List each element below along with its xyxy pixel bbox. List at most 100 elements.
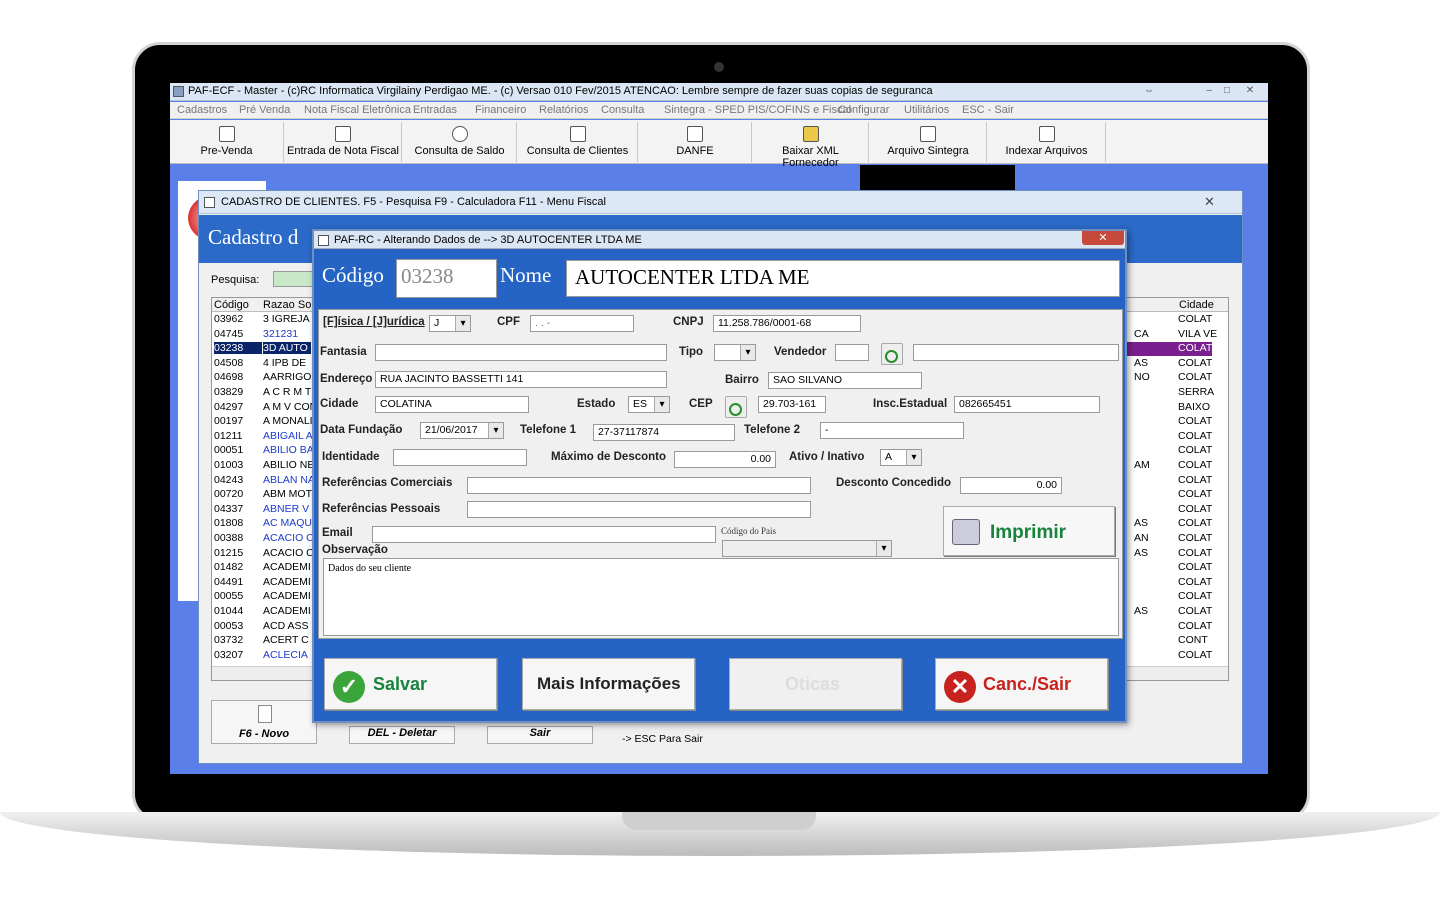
menu-sintegra[interactable]: Sintegra - SPED PIS/COFINS e Fiscal [664, 104, 851, 116]
toolbar-entrada-nota[interactable]: Entrada de Nota Fiscal [285, 122, 402, 162]
cell-cidade: COLAT [1178, 459, 1213, 471]
data-fundacao-picker[interactable]: 21/06/2017 [420, 422, 504, 439]
bairro-field[interactable]: SAO SILVANO [768, 372, 922, 389]
telefone2-label: Telefone 2 [744, 424, 801, 436]
menu-pre-venda[interactable]: Pré Venda [239, 104, 290, 116]
menu-consulta[interactable]: Consulta [601, 104, 644, 116]
vendedor-code-field[interactable] [835, 344, 869, 361]
identidade-field[interactable] [393, 449, 527, 466]
ref-comerciais-field[interactable] [467, 477, 811, 494]
cell-cidade: COLAT [1178, 429, 1213, 442]
dialog-close-button[interactable]: ✕ [1082, 231, 1124, 245]
cell-mid: NO [1134, 371, 1150, 384]
telefone1-label: Telefone 1 [520, 424, 577, 436]
desconto-field[interactable]: 0.00 [960, 477, 1062, 494]
toolbar-pre-venda[interactable]: Pre-Venda [170, 122, 284, 162]
search-icon [451, 126, 468, 142]
estado-label: Estado [577, 398, 616, 410]
cpf-field[interactable]: . . - [530, 315, 634, 332]
cell-razao: ACACIO C [263, 532, 314, 544]
close-button[interactable]: ✕ [1236, 83, 1264, 99]
cell-razao: ABLAN NA [263, 473, 315, 486]
cell-cidade: COLAT [1178, 619, 1213, 632]
mais-informacoes-button[interactable]: Mais Informações [522, 658, 695, 710]
email-field[interactable] [372, 526, 716, 543]
cell-razao: ACLECIA [263, 648, 308, 661]
check-icon: ✓ [333, 671, 365, 703]
cnpj-field[interactable]: 11.258.786/0001-68 [713, 315, 861, 332]
pais-select[interactable] [722, 540, 892, 557]
menu-utilitarios[interactable]: Utilitários [904, 104, 949, 116]
oticas-button[interactable]: Oticas [729, 658, 902, 710]
observacao-label: Observação [322, 544, 388, 556]
cell-razao: ACADEMI [263, 561, 311, 574]
codigo-label: Código [322, 263, 384, 287]
novo-button[interactable]: F6 - Novo [211, 700, 317, 744]
cell-cidade: COLAT [1178, 605, 1213, 617]
cell-codigo: 04297 [214, 400, 244, 413]
cell-codigo: 04508 [214, 356, 244, 369]
observacao-textarea[interactable]: Dados do seu cliente [323, 558, 1119, 636]
cadastro-close-icon[interactable]: ✕ [1204, 194, 1215, 210]
vendedor-name-field[interactable] [913, 344, 1119, 361]
column-codigo[interactable]: Código [214, 299, 249, 311]
salvar-button[interactable]: ✓ Salvar [324, 658, 497, 710]
fantasia-field[interactable] [375, 344, 667, 361]
menu-relatorios[interactable]: Relatórios [539, 104, 589, 116]
fj-label: [F]ísica / [J]urídica [323, 316, 425, 328]
max-desconto-field[interactable]: 0.00 [674, 451, 776, 468]
cell-razao: A C R M T [263, 386, 312, 398]
cell-codigo: 04491 [214, 575, 244, 588]
toolbar-consulta-saldo[interactable]: Consulta de Saldo [403, 122, 517, 162]
deletar-button[interactable]: DEL - Deletar [349, 726, 455, 744]
sair-button[interactable]: Sair [487, 726, 593, 744]
column-cidade[interactable]: Cidade [1179, 299, 1214, 311]
vendedor-search-icon[interactable] [881, 343, 903, 365]
cell-cidade: COLAT [1178, 444, 1213, 457]
estado-select[interactable]: ES [628, 396, 670, 413]
toolbar: Pre-Venda Entrada de Nota Fiscal Consult… [170, 120, 1268, 169]
menu-nota-fiscal[interactable]: Nota Fiscal Eletrônica [304, 104, 411, 116]
fj-select[interactable]: J [429, 315, 471, 332]
menu-esc-sair[interactable]: ESC - Sair [962, 104, 1014, 116]
cidade-field[interactable]: COLATINA [375, 396, 529, 413]
cell-cidade: COLAT [1178, 342, 1213, 355]
nome-label: Nome [500, 263, 552, 287]
cadastro-header-title: Cadastro d [208, 225, 299, 249]
webcam [714, 62, 724, 72]
data-fundacao-label: Data Fundação [320, 424, 403, 436]
toolbar-danfe[interactable]: DANFE [639, 122, 752, 162]
insc-field[interactable]: 082665451 [954, 396, 1100, 413]
menu-financeiro[interactable]: Financeiro [475, 104, 526, 116]
codigo-field[interactable]: 03238 [396, 259, 497, 298]
ref-pessoais-field[interactable] [467, 501, 811, 518]
toolbar-indexar-arquivos[interactable]: Indexar Arquivos [988, 122, 1106, 162]
toolbar-consulta-clientes[interactable]: Consulta de Clientes [518, 122, 638, 162]
restore-button[interactable]: ⇔ [1135, 83, 1163, 99]
nome-field[interactable]: AUTOCENTER LTDA ME [566, 260, 1120, 297]
tipo-select[interactable] [714, 344, 756, 361]
menu-cadastros[interactable]: Cadastros [177, 104, 227, 116]
toolbar-baixar-xml[interactable]: Baixar XML Fornecedor [753, 122, 869, 169]
cep-field[interactable]: 29.703-161 [758, 396, 826, 413]
cep-search-icon[interactable] [725, 396, 747, 418]
ref-pessoais-label: Referências Pessoais [322, 503, 441, 515]
menu-entradas[interactable]: Entradas [413, 104, 457, 116]
cell-cidade: COLAT [1178, 546, 1213, 559]
imprimir-button[interactable]: Imprimir [943, 506, 1115, 556]
column-razao[interactable]: Razao So [263, 299, 311, 311]
endereco-field[interactable]: RUA JACINTO BASSETTI 141 [375, 371, 667, 388]
telefone1-field[interactable]: 27-37117874 [593, 424, 735, 441]
dialog-title: PAF-RC - Alterando Dados de --> 3D AUTOC… [334, 234, 642, 246]
cell-codigo: 03732 [214, 634, 244, 647]
cell-codigo: 04745 [214, 327, 244, 340]
menu-configurar[interactable]: Configurar [838, 104, 889, 116]
cancelar-sair-button[interactable]: ✕ Canc./Sair [935, 658, 1108, 710]
ativo-select[interactable]: A [880, 449, 922, 466]
pesquisa-input[interactable] [273, 271, 313, 287]
telefone2-field[interactable]: - [820, 422, 964, 439]
cell-mid: AS [1134, 605, 1149, 617]
toolbar-arquivo-sintegra[interactable]: Arquivo Sintegra [870, 122, 987, 162]
cell-cidade: COLAT [1178, 371, 1213, 384]
cell-cidade: COLAT [1178, 502, 1213, 515]
